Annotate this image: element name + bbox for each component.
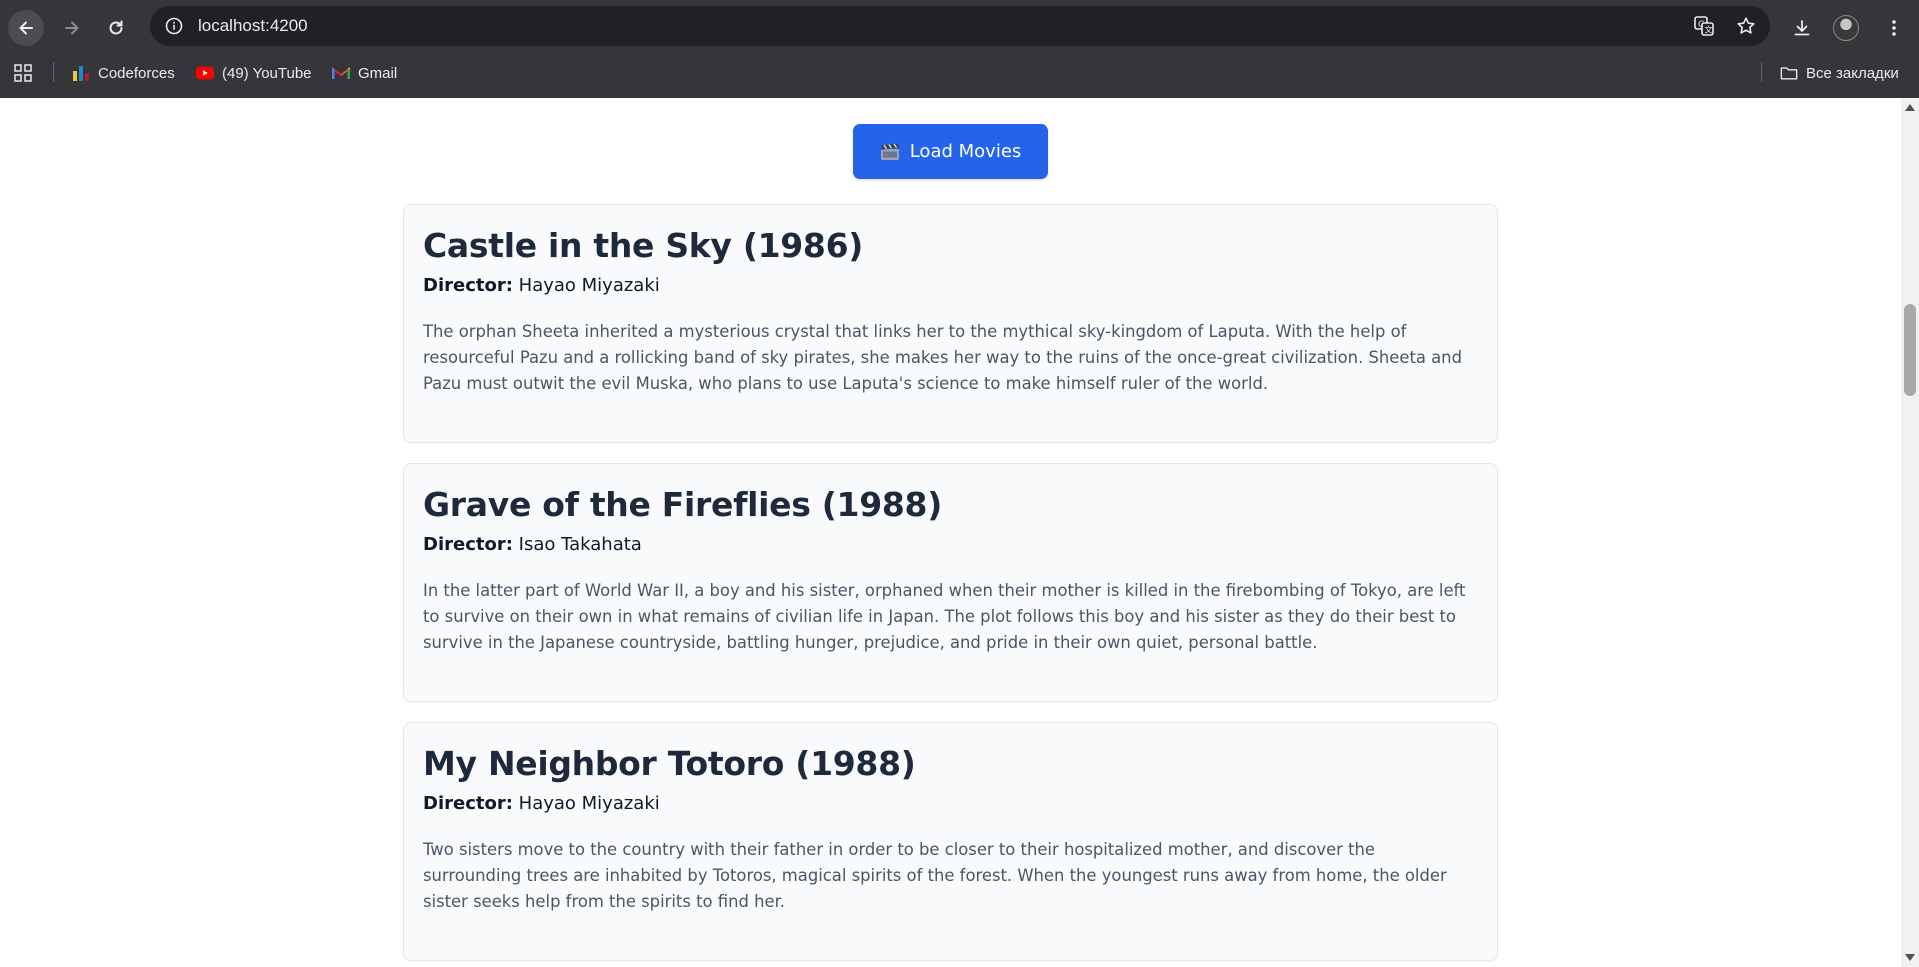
director-label: Director: [423,275,513,296]
bookmark-star-icon[interactable] [1728,8,1764,44]
load-movies-button[interactable]: Load Movies [853,124,1048,179]
bookmarks-separator [53,62,54,82]
scroll-up-arrow-icon[interactable] [1905,104,1915,111]
bookmarks-separator [1761,62,1762,82]
arrow-left-icon [19,21,33,35]
downloads-button[interactable] [1786,12,1818,44]
codeforces-icon [72,64,90,82]
all-bookmarks-button[interactable]: Все закладки [1780,60,1899,86]
bookmarks-bar: Codeforces (49) YouTube Gmail Все заклад… [0,52,1919,92]
browser-toolbar: localhost:4200 G文 [0,4,1919,48]
forward-button[interactable] [54,10,90,46]
bookmark-gmail[interactable]: Gmail [332,60,397,86]
bookmark-codeforces[interactable]: Codeforces [72,60,175,86]
movie-card: Grave of the Fireflies (1988) Director: … [403,463,1498,702]
director-name: Hayao Miyazaki [518,275,660,296]
bookmark-label: Codeforces [98,64,175,82]
movie-title: Castle in the Sky (1986) [423,226,864,265]
folder-icon [1780,64,1798,82]
load-movies-label: Load Movies [909,141,1022,162]
browser-menu-button[interactable] [1878,12,1910,44]
apps-grid-icon[interactable] [12,62,34,84]
svg-text:文: 文 [1705,25,1713,35]
movie-description: The orphan Sheeta inherited a mysterious… [423,322,1462,393]
movie-director: Director: Hayao Miyazaki [423,273,1478,299]
movie-director: Director: Hayao Miyazaki [423,791,1478,817]
movie-title: My Neighbor Totoro (1988) [423,744,916,783]
gmail-icon [332,64,350,82]
avatar [1833,15,1859,41]
arrow-right-icon [65,21,79,35]
youtube-icon [196,64,214,82]
url-text[interactable]: localhost:4200 [198,16,1686,36]
clapperboard-icon [880,143,900,161]
movie-title: Grave of the Fireflies (1988) [423,485,942,524]
reload-icon [109,20,123,35]
scrollbar-thumb[interactable] [1904,304,1916,396]
bookmark-youtube[interactable]: (49) YouTube [196,60,312,86]
movie-description: Two sisters move to the country with the… [423,840,1447,911]
translate-icon[interactable]: G文 [1686,8,1722,44]
movie-description: In the latter part of World War II, a bo… [423,581,1466,652]
page-viewport: Load Movies Castle in the Sky (1986) Dir… [0,98,1901,967]
director-name: Isao Takahata [518,534,642,555]
site-info-icon[interactable] [156,8,192,44]
scroll-down-arrow-icon[interactable] [1905,954,1915,961]
director-name: Hayao Miyazaki [518,793,660,814]
page-scrollbar[interactable] [1901,98,1919,967]
more-vert-icon [1892,20,1896,36]
profile-button[interactable] [1830,12,1862,44]
director-label: Director: [423,793,513,814]
all-bookmarks-label: Все закладки [1806,64,1899,82]
browser-chrome: localhost:4200 G文 Codeforces [0,0,1919,98]
address-bar[interactable]: localhost:4200 G文 [150,6,1770,46]
bookmark-label: (49) YouTube [222,64,312,82]
movie-card: My Neighbor Totoro (1988) Director: Haya… [403,722,1498,961]
bookmark-label: Gmail [358,64,398,82]
movie-card: Castle in the Sky (1986) Director: Hayao… [403,204,1498,443]
back-button[interactable] [8,10,44,46]
download-icon [1794,20,1810,36]
reload-button[interactable] [98,10,134,46]
movie-director: Director: Isao Takahata [423,532,1478,558]
director-label: Director: [423,534,513,555]
